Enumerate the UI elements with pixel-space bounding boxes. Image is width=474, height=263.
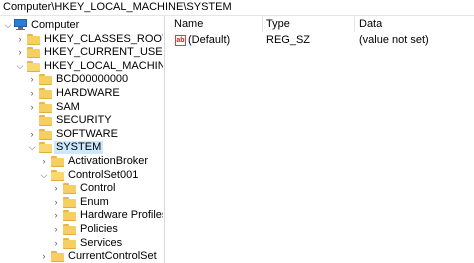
tree-item-sam[interactable]: › SAM [0,101,163,114]
tree-item-enum[interactable]: › Enum [0,196,163,209]
tree-item-label: SAM [56,100,80,113]
tree-item-label: CurrentControlSet [68,250,157,263]
tree-item-policies[interactable]: › Policies [0,223,163,236]
tree-item-software[interactable]: › SOFTWARE [0,128,163,141]
column-header-type[interactable]: Type [266,16,290,32]
tree-item-label: Hardware Profiles [80,209,163,222]
address-path[interactable]: Computer\HKEY_LOCAL_MACHINE\SYSTEM [3,1,232,13]
chevron-right-icon[interactable]: › [27,74,37,84]
folder-icon [63,224,76,235]
string-value-icon: ab [175,35,186,46]
chevron-right-icon[interactable]: › [51,210,61,220]
value-name: (Default) [188,34,231,46]
tree-item-controlset001[interactable]: ⌵ ControlSet001 [0,169,163,182]
tree-item-hardware-profiles[interactable]: › Hardware Profiles [0,209,163,222]
tree-item-label: Policies [80,223,118,235]
chevron-right-icon[interactable]: › [51,183,61,193]
tree-item-currentcontrolset[interactable]: › CurrentControlSet [0,250,163,263]
tree-item-bcd00000000[interactable]: › BCD00000000 [0,73,163,86]
chevron-right-icon[interactable]: › [27,102,37,112]
folder-icon [27,47,40,59]
folder-icon [39,88,52,99]
tree-item-label: SOFTWARE [56,127,118,140]
folder-icon [63,196,76,208]
folder-open-icon [39,142,52,154]
folder-icon [63,183,76,195]
tree-item-label: Enum [80,195,109,208]
tree-item-hkey-local-machine[interactable]: ⌵ HKEY_LOCAL_MACHINE [0,60,163,73]
folder-icon [63,210,76,222]
folder-icon [51,156,64,167]
column-header-name[interactable]: Name [174,16,203,32]
chevron-right-icon[interactable]: › [15,34,25,44]
folder-icon [63,237,76,249]
tree-item-label: Control [80,182,116,195]
chevron-right-icon[interactable]: › [27,88,37,98]
chevron-down-icon[interactable]: ⌵ [39,170,49,180]
tree-item-label: HKEY_LOCAL_MACHINE [44,59,163,72]
tree-item-activationbroker[interactable]: › ActivationBroker [0,155,163,168]
folder-icon [39,128,52,140]
column-header-data[interactable]: Data [359,16,382,32]
chevron-right-icon[interactable]: › [39,251,49,261]
tree-item-security[interactable]: SECURITY [0,114,163,127]
chevron-right-icon[interactable]: › [39,156,49,166]
folder-open-icon [27,60,40,72]
chevron-down-icon[interactable]: ⌵ [27,142,37,152]
registry-tree[interactable]: ⌵ Computer › HKEY_CLASSES_ROOT › HKEY_CU… [0,16,163,263]
chevron-right-icon[interactable]: › [15,47,25,57]
folder-icon [39,115,52,127]
tree-item-label: HKEY_CLASSES_ROOT [44,32,163,45]
values-list[interactable]: Name Type Data ab (Default) REG_SZ (valu… [166,16,474,263]
value-data: (value not set) [359,34,429,46]
tree-item-label: HKEY_CURRENT_USER [44,46,163,59]
folder-icon [39,74,52,86]
tree-item-services[interactable]: › Services [0,237,163,250]
chevron-down-icon[interactable]: ⌵ [15,61,25,71]
folder-open-icon [51,169,64,181]
chevron-right-icon[interactable]: › [51,238,61,248]
tree-item-label: Services [80,236,123,249]
tree-item-label: ActivationBroker [68,155,149,167]
folder-icon [27,33,40,45]
folder-icon [39,101,52,113]
chevron-right-icon[interactable]: › [51,224,61,234]
tree-item-label: BCD00000000 [56,73,129,86]
chevron-right-icon[interactable]: › [27,129,37,139]
tree-item-label: Computer [31,19,80,31]
tree-item-label: HARDWARE [56,87,120,99]
column-divider[interactable] [354,16,355,32]
tree-item-control[interactable]: › Control [0,182,163,195]
pane-splitter[interactable] [164,16,165,263]
tree-item-label: SYSTEM [54,141,104,155]
tree-item-label: SECURITY [56,114,112,127]
column-divider[interactable] [262,16,263,32]
value-type: REG_SZ [266,34,311,46]
tree-item-hkey-current-user[interactable]: › HKEY_CURRENT_USER [0,46,163,59]
address-bar[interactable]: Computer\HKEY_LOCAL_MACHINE\SYSTEM [0,0,474,16]
computer-icon [14,19,28,31]
tree-item-system[interactable]: ⌵ SYSTEM [0,141,163,155]
chevron-right-icon[interactable]: › [51,197,61,207]
tree-item-label: ControlSet001 [68,168,139,181]
tree-item-hkey-classes-root[interactable]: › HKEY_CLASSES_ROOT [0,33,163,46]
tree-item-computer[interactable]: ⌵ Computer [0,19,163,32]
chevron-down-icon[interactable]: ⌵ [3,20,13,30]
folder-icon [51,251,64,263]
tree-item-hardware[interactable]: › HARDWARE [0,87,163,100]
